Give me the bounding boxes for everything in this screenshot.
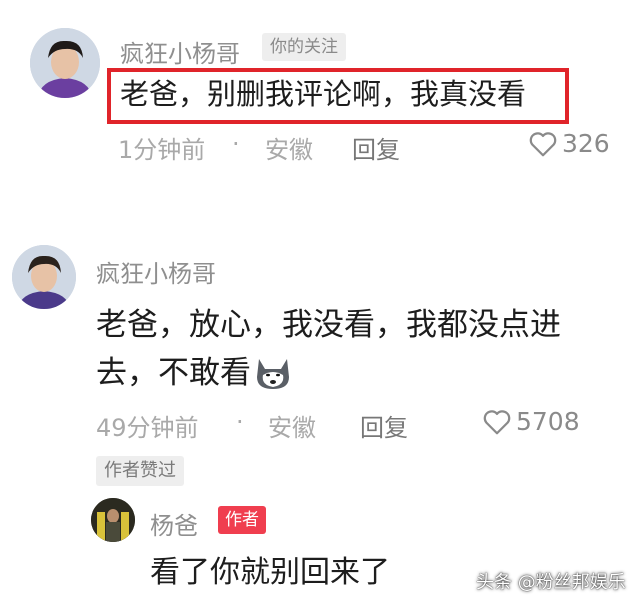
avatar[interactable]: [91, 498, 135, 542]
avatar-photo-icon: [91, 498, 135, 542]
following-badge: 你的关注: [262, 33, 346, 61]
avatar-photo-icon: [30, 28, 100, 98]
username[interactable]: 疯狂小杨哥: [96, 254, 216, 289]
comment-time: 49分钟前: [96, 414, 199, 442]
heart-icon: [529, 131, 557, 156]
comment-location: 安徽: [268, 414, 316, 442]
separator-dot: ·: [236, 408, 244, 436]
heart-icon: [483, 409, 511, 434]
avatar[interactable]: [30, 28, 100, 98]
avatar-photo-icon: [12, 245, 76, 309]
reply-text: 看了你就别回来了: [150, 555, 390, 590]
comment-text-line1: 老爸，放心，我没看，我都没点进: [96, 307, 561, 343]
username[interactable]: 杨爸: [150, 506, 198, 541]
comment-text-line2-row: 去，不敢看: [96, 350, 293, 396]
username[interactable]: 疯狂小杨哥: [120, 34, 240, 69]
watermark: 头条 @粉丝邦娱乐: [476, 572, 626, 593]
author-badge: 作者: [218, 506, 266, 534]
comment-text-line2: 去，不敢看: [96, 355, 251, 391]
author-liked-badge: 作者赞过: [96, 456, 184, 486]
avatar[interactable]: [12, 245, 76, 309]
reply-button[interactable]: 回复: [352, 130, 400, 165]
husky-dog-emoji-icon: [257, 359, 289, 389]
comment-time: 1分钟前: [118, 136, 206, 164]
separator-dot: ·: [232, 130, 240, 158]
like-count: 5708: [516, 407, 580, 436]
like-button[interactable]: 5708: [482, 407, 580, 436]
like-count: 326: [562, 129, 610, 158]
comment-text: 老爸，别删我评论啊，我真没看: [120, 77, 527, 111]
like-button[interactable]: 326: [528, 129, 610, 158]
comment-location: 安徽: [265, 136, 313, 164]
reply-button[interactable]: 回复: [360, 408, 408, 443]
